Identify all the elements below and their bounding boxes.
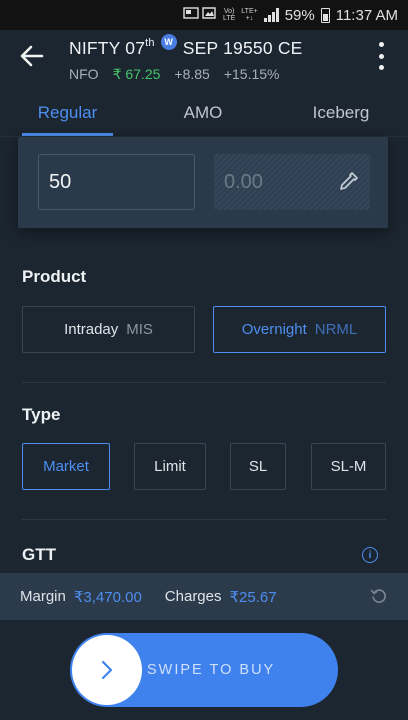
eyedropper-icon <box>340 172 358 190</box>
tab-regular[interactable]: Regular <box>22 88 113 137</box>
battery-icon <box>320 7 330 23</box>
margin-value: ₹3,470.00 <box>73 588 142 606</box>
quantity-price-card: 50 0.00 <box>18 137 388 228</box>
order-form: 50 0.00 Product Intraday MIS Overnight N… <box>0 137 408 720</box>
product-option-overnight[interactable]: Overnight NRML <box>213 306 386 353</box>
price-input[interactable]: 0.00 <box>214 154 370 210</box>
chevron-right-icon <box>101 660 113 680</box>
status-indicators: Vo) LTE LTE+ +↓ 59% 11:37 AM <box>183 5 398 25</box>
product-option-label: Overnight <box>241 321 307 338</box>
product-option-label: Intraday <box>64 321 119 338</box>
price-placeholder: 0.00 <box>224 170 263 193</box>
volte-indicator: Vo) LTE <box>222 8 236 22</box>
type-section-title: Type <box>22 405 61 424</box>
instrument-symbol-suffix: th <box>145 36 155 49</box>
signal-strength-icon <box>263 8 279 22</box>
refresh-icon[interactable] <box>370 587 388 605</box>
back-button[interactable] <box>18 42 46 70</box>
info-icon[interactable]: i <box>362 547 378 563</box>
status-bar: Vo) LTE LTE+ +↓ 59% 11:37 AM <box>0 0 408 30</box>
margin-label: Margin <box>20 588 66 605</box>
back-arrow-icon <box>20 45 44 67</box>
price-change-percent: +15.15% <box>223 66 280 82</box>
tab-amo[interactable]: AMO <box>158 88 248 137</box>
notification-icons <box>183 6 217 24</box>
product-option-code: MIS <box>126 321 153 338</box>
price-change: +8.85 <box>174 66 210 82</box>
more-options-icon[interactable] <box>376 42 386 70</box>
tab-iceberg[interactable]: Iceberg <box>296 88 386 137</box>
last-traded-price: ₹ 67.25 <box>112 66 161 82</box>
quantity-input[interactable]: 50 <box>38 154 195 210</box>
swipe-to-buy-button[interactable]: SWIPE TO BUY <box>70 633 338 707</box>
charges-label: Charges <box>164 588 222 605</box>
swipe-handle[interactable] <box>72 635 142 705</box>
swipe-to-buy-label: SWIPE TO BUY <box>147 662 276 678</box>
type-option-limit[interactable]: Limit <box>134 443 206 490</box>
section-divider <box>22 382 386 383</box>
product-option-code: NRML <box>314 321 358 338</box>
weekly-expiry-badge: W <box>160 33 177 50</box>
type-option-market[interactable]: Market <box>22 443 110 490</box>
clock: 11:37 AM <box>335 6 398 24</box>
section-divider <box>22 519 386 520</box>
gtt-section-title: GTT <box>22 545 56 564</box>
active-tab-indicator <box>22 133 113 136</box>
order-variety-tabs: Regular AMO Iceberg <box>0 88 408 137</box>
instrument-symbol: NIFTY 07 <box>69 38 146 58</box>
instrument-quote: NFO ₹ 67.25 +8.85 +15.15% <box>69 66 280 83</box>
instrument-contract: SEP 19550 CE <box>182 38 303 58</box>
type-option-sl-m[interactable]: SL-M <box>311 443 386 490</box>
order-header: NIFTY 07th W SEP 19550 CE NFO ₹ 67.25 +8… <box>0 30 408 88</box>
charges-value: ₹25.67 <box>229 588 277 606</box>
product-option-intraday[interactable]: Intraday MIS <box>22 306 195 353</box>
margin-summary-bar: Margin ₹3,470.00 Charges ₹25.67 <box>0 573 408 620</box>
battery-percentage: 59% <box>284 6 315 24</box>
lte-indicator: LTE+ +↓ <box>241 8 258 22</box>
product-section-title: Product <box>22 267 87 286</box>
type-option-sl[interactable]: SL <box>230 443 286 490</box>
instrument-title: NIFTY 07th W SEP 19550 CE <box>69 33 303 59</box>
exchange-label: NFO <box>69 66 99 82</box>
